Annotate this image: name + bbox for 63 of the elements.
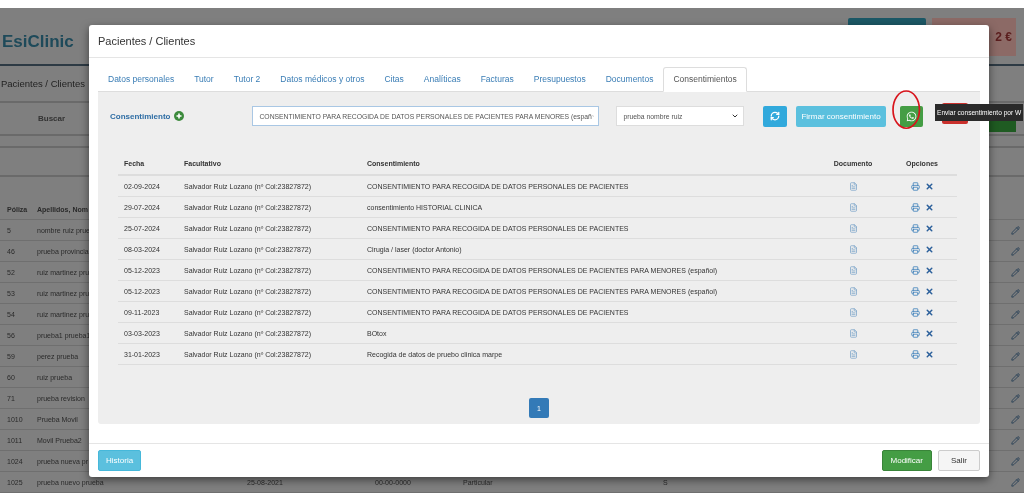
tab[interactable]: Presupuestos [523, 67, 596, 92]
document-icon[interactable] [848, 349, 858, 359]
print-icon[interactable] [910, 349, 920, 359]
document-icon[interactable] [848, 286, 858, 296]
print-icon[interactable] [910, 307, 920, 317]
tab[interactable]: Datos médicos y otros [270, 67, 375, 92]
delete-icon[interactable] [924, 307, 934, 317]
delete-icon[interactable] [924, 244, 934, 254]
delete-icon[interactable] [924, 328, 934, 338]
exit-button[interactable]: Salir [938, 450, 980, 471]
whatsapp-button[interactable] [899, 105, 923, 127]
search-label: Buscar [38, 113, 66, 123]
tab[interactable]: Datos personales [98, 67, 185, 92]
print-icon[interactable] [910, 286, 920, 296]
delete-icon[interactable] [924, 202, 934, 212]
tab[interactable]: Citas [374, 67, 414, 92]
delete-icon[interactable] [924, 265, 934, 275]
document-icon[interactable] [848, 244, 858, 254]
print-icon[interactable] [910, 181, 920, 191]
document-icon[interactable] [848, 181, 858, 191]
print-icon[interactable] [910, 244, 920, 254]
edit-icon[interactable] [1011, 309, 1020, 319]
edit-icon[interactable] [1011, 267, 1020, 277]
delete-icon[interactable] [924, 286, 934, 296]
edit-icon[interactable] [1011, 456, 1020, 466]
tab[interactable]: Tutor 2 [223, 67, 271, 92]
document-icon[interactable] [848, 265, 858, 275]
document-icon[interactable] [848, 202, 858, 212]
edit-icon[interactable] [1011, 330, 1020, 340]
edit-icon[interactable] [1011, 393, 1020, 403]
add-icon[interactable] [174, 111, 185, 121]
tab[interactable]: Facturas [470, 67, 524, 92]
refresh-button[interactable] [763, 105, 788, 127]
delete-icon[interactable] [924, 349, 934, 359]
dialog-title: Pacientes / Clientes [98, 35, 196, 47]
document-icon[interactable] [848, 328, 858, 338]
edit-icon[interactable] [1011, 246, 1020, 256]
edit-icon[interactable] [1011, 477, 1020, 487]
print-icon[interactable] [910, 202, 920, 212]
document-icon[interactable] [848, 307, 858, 317]
tab[interactable]: Documentos [595, 67, 664, 92]
whatsapp-icon [905, 110, 917, 122]
tab[interactable]: Consentimientos [663, 67, 747, 92]
modify-button[interactable]: Modificar [881, 450, 932, 471]
edit-icon[interactable] [1011, 372, 1020, 382]
print-icon[interactable] [910, 223, 920, 233]
delete-icon[interactable] [924, 181, 934, 191]
section-title: Consentimiento [110, 111, 171, 121]
tab[interactable]: Tutor [184, 67, 224, 92]
tab[interactable]: Analíticas [413, 67, 471, 92]
edit-icon[interactable] [1011, 288, 1020, 298]
refresh-icon [770, 111, 781, 121]
page-title: Pacientes / Clientes [1, 78, 85, 89]
edit-icon[interactable] [1011, 435, 1020, 445]
print-icon[interactable] [910, 265, 920, 275]
edit-icon[interactable] [1011, 351, 1020, 361]
edit-icon[interactable] [1011, 225, 1020, 235]
edit-icon[interactable] [1011, 414, 1020, 424]
print-icon[interactable] [910, 328, 920, 338]
delete-icon[interactable] [924, 223, 934, 233]
chevron-down-icon [731, 112, 740, 120]
app-logo: EsiClinic [2, 32, 74, 52]
document-icon[interactable] [848, 223, 858, 233]
